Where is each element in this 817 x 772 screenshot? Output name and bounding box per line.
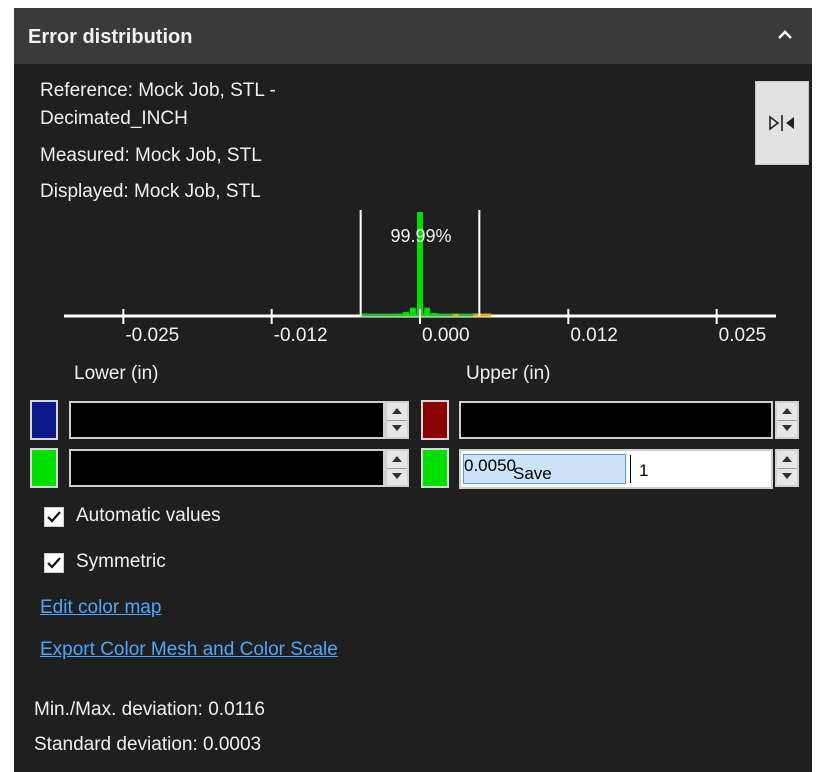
save-overlay-text: Save [513, 464, 552, 483]
automatic-values-checkbox[interactable] [44, 507, 64, 527]
spin-down-button[interactable] [777, 468, 797, 485]
symmetric-label[interactable]: Symmetric [76, 551, 166, 573]
upper-value-2: 0.0050 [464, 456, 516, 475]
reference-text-line2: Decimated_INCH [40, 108, 188, 129]
split-arrows-icon [768, 114, 796, 137]
tick-label: 0.025 [719, 325, 767, 346]
tick-label: -0.025 [125, 325, 179, 346]
panel-header[interactable]: Error distribution [14, 8, 812, 64]
minmax-deviation-text: Min./Max. deviation: 0.0116 [34, 699, 265, 720]
error-distribution-panel: Error distribution Reference: Mock Job, … [14, 8, 812, 772]
histogram-bar [409, 307, 416, 316]
percent-label: 99.99% [390, 226, 451, 246]
histogram-bar [452, 314, 459, 316]
measured-text: Measured: Mock Job, STL [40, 145, 262, 166]
spin-up-button[interactable] [387, 451, 407, 469]
lower-spinner-1[interactable] [385, 401, 409, 439]
symmetric-checkbox[interactable] [44, 553, 64, 573]
spin-up-button[interactable] [387, 403, 407, 421]
check-icon [47, 511, 61, 523]
spin-down-button[interactable] [387, 420, 407, 437]
lower-value-field-2[interactable] [69, 449, 385, 487]
upper-color-swatch-1[interactable] [421, 400, 449, 440]
upper-value-field-2[interactable]: 0.0050 Save 1 [459, 449, 773, 489]
tick-label: 0.012 [570, 325, 618, 346]
upper-spinner-2[interactable] [775, 449, 799, 487]
spin-up-button[interactable] [777, 451, 797, 469]
export-color-mesh-link[interactable]: Export Color Mesh and Color Scale [40, 639, 338, 661]
reference-text-line1: Reference: Mock Job, STL - [40, 80, 276, 101]
histogram-bar [431, 312, 438, 316]
text-caret [630, 455, 631, 483]
lower-value-field-1[interactable] [69, 401, 385, 439]
symmetric-limits-button[interactable] [755, 81, 809, 165]
spin-down-button[interactable] [777, 420, 797, 437]
histogram-bar [395, 313, 402, 316]
upper-color-swatch-2[interactable] [421, 448, 449, 488]
tick-label: 0.000 [422, 325, 470, 346]
tick-label: -0.012 [274, 325, 328, 346]
histogram-bar [424, 307, 431, 316]
error-histogram: -0.025 -0.012 0.000 0.012 0.025 99.99% [64, 210, 776, 346]
upper-label: Upper (in) [466, 363, 551, 384]
chevron-up-icon[interactable] [774, 24, 796, 46]
automatic-values-label[interactable]: Automatic values [76, 505, 221, 527]
edit-color-map-link[interactable]: Edit color map [40, 597, 161, 619]
upper-value-suffix: 1 [639, 461, 649, 480]
upper-spinner-1[interactable] [775, 401, 799, 439]
lower-label: Lower (in) [74, 363, 159, 384]
spin-up-button[interactable] [777, 403, 797, 421]
upper-value-field-1[interactable] [459, 401, 773, 439]
lower-color-swatch-1[interactable] [30, 400, 58, 440]
standard-deviation-text: Standard deviation: 0.0003 [34, 734, 262, 755]
histogram-bar [402, 311, 409, 316]
check-icon [47, 557, 61, 569]
spin-down-button[interactable] [387, 468, 407, 485]
panel-title: Error distribution [28, 26, 193, 48]
lower-color-swatch-2[interactable] [30, 448, 58, 488]
lower-spinner-2[interactable] [385, 449, 409, 487]
